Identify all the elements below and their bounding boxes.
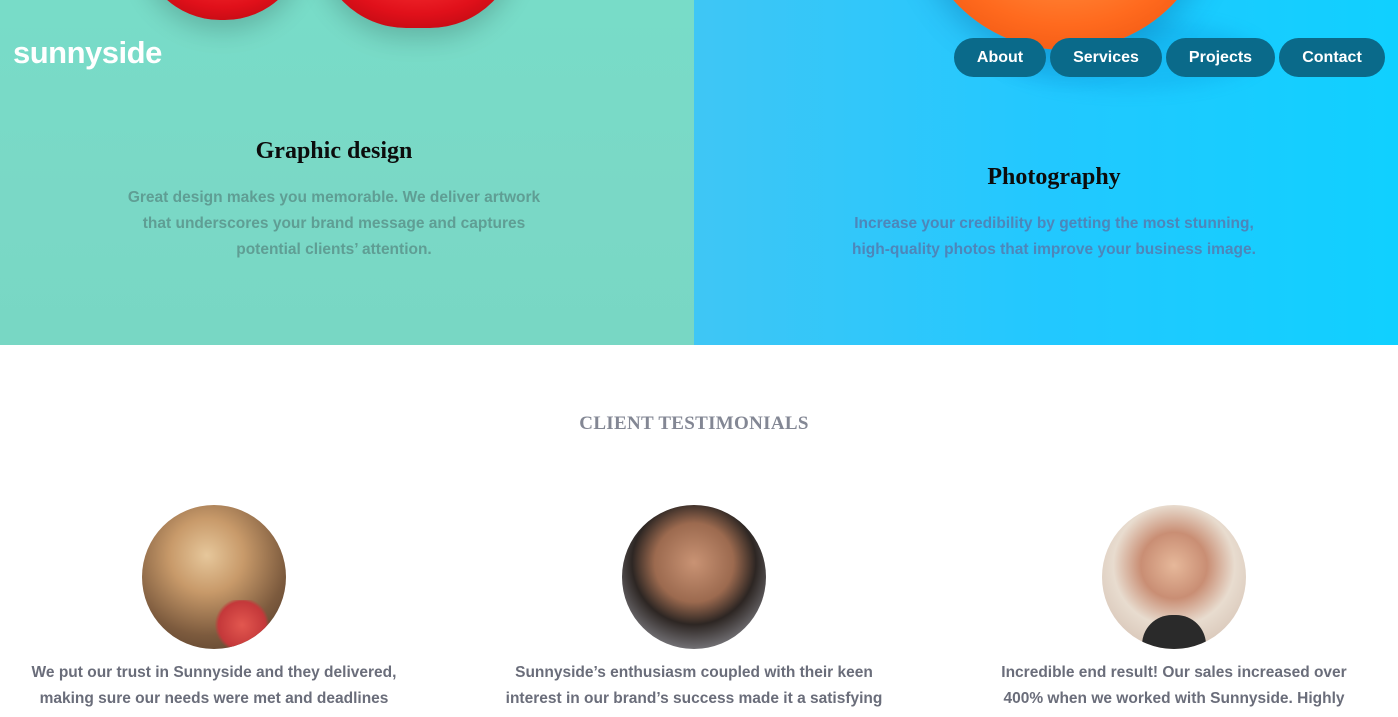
testimonial-quote: We put our trust in Sunnyside and they d… bbox=[31, 664, 397, 717]
avatar bbox=[1102, 505, 1246, 649]
cherry-image bbox=[140, 0, 305, 20]
nav-contact-button[interactable]: Contact bbox=[1279, 38, 1385, 77]
service-description: Great design makes you memorable. We del… bbox=[127, 189, 541, 258]
avatar bbox=[622, 505, 766, 649]
cherry-image bbox=[318, 0, 518, 28]
nav-about-button[interactable]: About bbox=[954, 38, 1046, 77]
nav-projects-button[interactable]: Projects bbox=[1166, 38, 1275, 77]
service-description: Increase your credibility by getting the… bbox=[852, 215, 1256, 258]
testimonial-quote: Sunnyside’s enthusiasm coupled with thei… bbox=[505, 664, 883, 717]
testimonial-quote: Incredible end result! Our sales increas… bbox=[1001, 664, 1347, 717]
service-title: Graphic design bbox=[255, 138, 413, 164]
service-title: Photography bbox=[987, 164, 1121, 190]
testimonial-card: We put our trust in Sunnyside and they d… bbox=[24, 505, 404, 717]
main-nav: About Services Projects Contact bbox=[954, 38, 1385, 77]
testimonial-card: Sunnyside’s enthusiasm coupled with thei… bbox=[504, 505, 884, 717]
service-graphic-design: Graphic design Great design makes you me… bbox=[120, 138, 548, 263]
service-photography: Photography Increase your credibility by… bbox=[840, 164, 1268, 263]
testimonials-heading: CLIENT TESTIMONIALS bbox=[579, 413, 809, 434]
logo[interactable]: sunnyside bbox=[13, 35, 162, 71]
avatar bbox=[142, 505, 286, 649]
nav-services-button[interactable]: Services bbox=[1050, 38, 1162, 77]
testimonial-card: Incredible end result! Our sales increas… bbox=[984, 505, 1364, 717]
